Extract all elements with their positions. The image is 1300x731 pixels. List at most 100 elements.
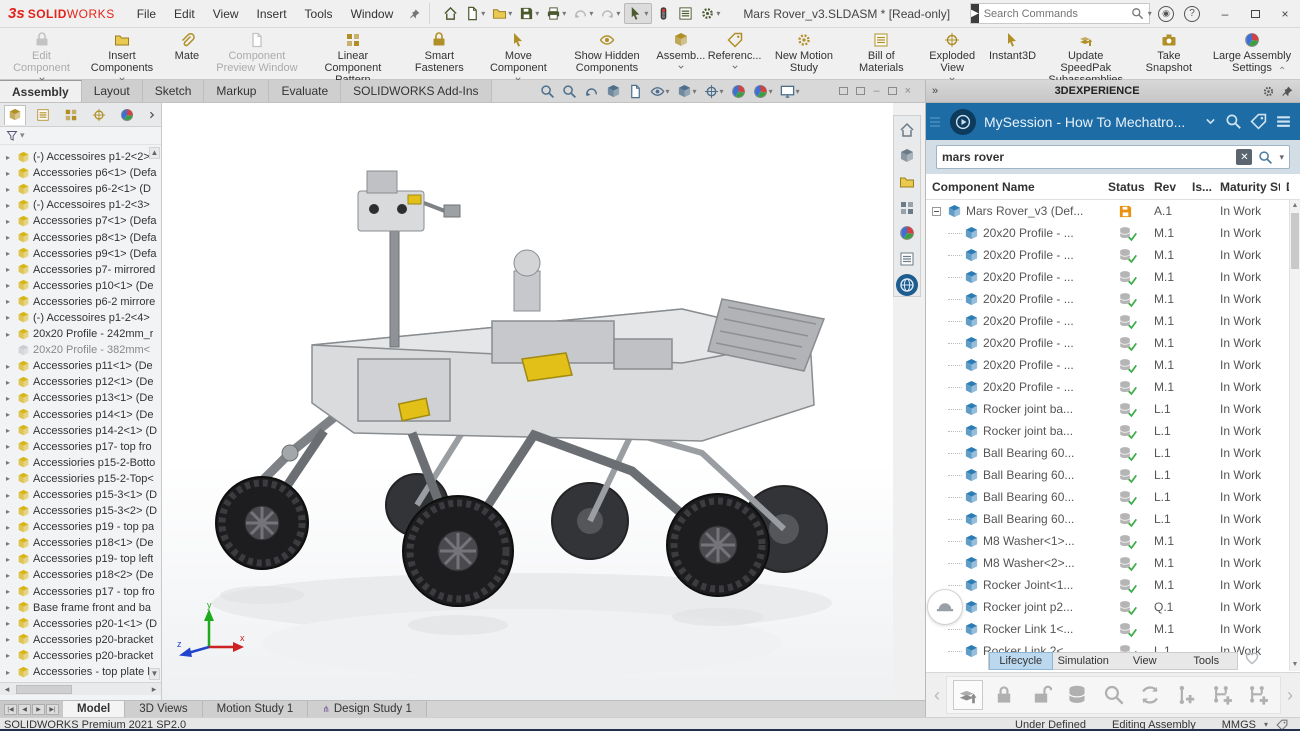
quick-access-button[interactable]: ▾ (697, 4, 723, 23)
ribbon-button[interactable]: Smart Fasteners (401, 28, 478, 79)
doc-close-button[interactable]: × (905, 85, 911, 97)
table-row[interactable]: Rocker joint ba... L.1 In Work (926, 420, 1289, 442)
toolbar-button[interactable] (1099, 680, 1129, 710)
menu-item[interactable]: Insert (249, 3, 295, 25)
scroll-up-icon[interactable]: ▲ (1290, 200, 1300, 212)
expand-arrow-icon[interactable]: ▸ (6, 313, 16, 322)
tree-item[interactable]: ▸ Accessories p17- top fro (0, 439, 161, 455)
tree-item[interactable]: ▸ Accessiories p15-2-Top< (0, 471, 161, 487)
tree-item[interactable]: ▸ Accessories p20-bracket (0, 648, 161, 664)
toolbar-scroll-right-icon[interactable]: › (1281, 685, 1299, 706)
tree-scroll-up[interactable]: ▲ (149, 147, 160, 159)
command-search[interactable]: ▶ ▾ (970, 3, 1152, 24)
document-tab[interactable]: ⋔ Design Study 1 (308, 701, 427, 717)
search-scope-icon[interactable]: ▶ (971, 4, 979, 23)
manager-tab[interactable] (88, 105, 110, 125)
expand-arrow-icon[interactable]: ▸ (6, 394, 16, 403)
tree-item[interactable]: ▸ 20x20 Profile - 242mm_r (0, 326, 161, 342)
task-pane-tab[interactable] (896, 222, 918, 244)
dropdown-arrow-icon[interactable]: ▾ (716, 9, 720, 18)
filter-icon[interactable] (6, 130, 18, 142)
tree-item[interactable]: ▸ Accessories p10<1> (De (0, 278, 161, 294)
command-tab[interactable]: Assembly (0, 80, 82, 102)
search-dropdown-icon[interactable]: ▾ (1148, 9, 1152, 18)
expand-arrow-icon[interactable]: ▸ (6, 571, 16, 580)
tree-item[interactable]: ▸ Accessories p6-2 mirrore (0, 294, 161, 310)
expand-arrow-icon[interactable]: ▸ (6, 474, 16, 483)
tree-item[interactable]: ▸ Accessories p11<1> (De (0, 358, 161, 374)
pin-menu-icon[interactable] (409, 8, 421, 20)
panel-tab[interactable]: Tools (1176, 653, 1238, 669)
ribbon-button[interactable]: Instant3D (987, 28, 1037, 79)
expand-arrow-icon[interactable]: ▸ (6, 587, 16, 596)
quick-access-button[interactable]: ▾ (489, 4, 515, 23)
3dexperience-compass-icon[interactable] (950, 108, 976, 135)
table-row[interactable]: 20x20 Profile - ... M.1 In Work (926, 310, 1289, 332)
dropdown-arrow-icon[interactable]: ▾ (644, 9, 648, 18)
table-row[interactable]: Rocker Link 1<... M.1 In Work (926, 618, 1289, 640)
expand-arrow-icon[interactable]: ▸ (6, 378, 16, 387)
table-row[interactable]: Mars Rover_v3 (Def... A.1 In Work (926, 200, 1289, 222)
expand-arrow-icon[interactable]: ▸ (6, 281, 16, 290)
dropdown-arrow-icon[interactable]: ▾ (508, 9, 512, 18)
scroll-left-icon[interactable]: ◂ (0, 684, 14, 695)
command-tab[interactable]: Sketch (142, 80, 205, 102)
dropdown-arrow-icon[interactable]: ▾ (481, 9, 485, 18)
headsup-button[interactable] (628, 84, 643, 99)
document-tab[interactable]: Model (63, 701, 126, 717)
menu-item[interactable]: File (129, 3, 164, 25)
table-row[interactable]: Ball Bearing 60... L.1 In Work (926, 508, 1289, 530)
dropdown-arrow-icon[interactable] (677, 63, 685, 71)
tag-icon[interactable] (1250, 113, 1267, 130)
panel-tab[interactable]: View (1114, 653, 1176, 669)
run-search-icon[interactable] (1258, 150, 1273, 165)
tree-item[interactable]: 20x20 Profile - 382mm< (0, 342, 161, 358)
manager-tab[interactable] (60, 105, 82, 125)
graphics-viewport[interactable]: y x z (162, 103, 893, 700)
task-pane-tab[interactable] (896, 248, 918, 270)
session-title[interactable]: MySession - How To Mechatro... (984, 114, 1196, 130)
dropdown-arrow-icon[interactable]: ▾ (562, 9, 566, 18)
headsup-button[interactable] (540, 84, 555, 99)
tree-item[interactable]: ▸ Accessories p13<1> (De (0, 390, 161, 406)
headsup-button[interactable]: ▾ (780, 84, 800, 99)
clear-search-icon[interactable]: ✕ (1236, 149, 1253, 165)
toolbar-button[interactable] (953, 680, 983, 710)
task-pane-tab[interactable] (896, 119, 918, 141)
doc-restore-icon-1[interactable] (839, 87, 849, 95)
tree-item[interactable]: ▸ Accessories p20-bracket (0, 632, 161, 648)
headsup-button[interactable]: ▾ (753, 84, 773, 99)
search-icon[interactable] (1131, 7, 1144, 20)
toolbar-button[interactable] (1026, 680, 1056, 710)
table-row[interactable]: 20x20 Profile - ... M.1 In Work (926, 222, 1289, 244)
table-row[interactable]: 20x20 Profile - ... M.1 In Work (926, 266, 1289, 288)
tree-item[interactable]: ▸ Accessories p12<1> (De (0, 374, 161, 390)
expand-arrow-icon[interactable]: ▸ (6, 523, 16, 532)
tree-item[interactable]: ▸ Accessories p15-3<2> (D (0, 503, 161, 519)
tree-item[interactable]: ▸ Accessories p19 - top pa (0, 519, 161, 535)
help-icon[interactable]: ? (1184, 5, 1200, 22)
ribbon-button[interactable]: New Motion Study (762, 28, 845, 79)
restore-button[interactable] (1240, 7, 1270, 21)
tree-item[interactable]: ▸ Accessories p14-2<1> (D (0, 423, 161, 439)
doc-minimize-button[interactable]: – (873, 85, 879, 97)
tree-item[interactable]: ▸ (-) Accessoires p1-2<3> (0, 197, 161, 213)
document-tab[interactable]: Motion Study 1 (202, 701, 309, 717)
tree-item[interactable]: ▸ Accessories p6<1> (Defa (0, 165, 161, 181)
quick-access-button[interactable]: ▾ (570, 4, 596, 23)
doc-restore-icon-2[interactable] (856, 87, 866, 95)
prev-tab-icon[interactable]: ◀ (18, 703, 31, 715)
ribbon-button[interactable]: Move Component (478, 28, 559, 79)
panel-search-icon[interactable] (1225, 113, 1242, 130)
minimize-button[interactable]: – (1210, 7, 1240, 21)
headsup-button[interactable] (562, 84, 577, 99)
toolbar-button[interactable] (1171, 680, 1201, 710)
headsup-button[interactable]: ▾ (650, 84, 670, 99)
toolbar-button[interactable] (1135, 680, 1165, 710)
tree-item[interactable]: ▸ Accessories p9<1> (Defa (0, 246, 161, 262)
tree-item[interactable]: ▸ (-) Accessoires p1-2<4> (0, 310, 161, 326)
user-account-icon[interactable]: ◉ (1158, 5, 1174, 22)
table-row[interactable]: Rocker joint ba... L.1 In Work (926, 398, 1289, 420)
expand-arrow-icon[interactable]: ▸ (6, 410, 16, 419)
doc-restore-button[interactable] (887, 87, 897, 95)
